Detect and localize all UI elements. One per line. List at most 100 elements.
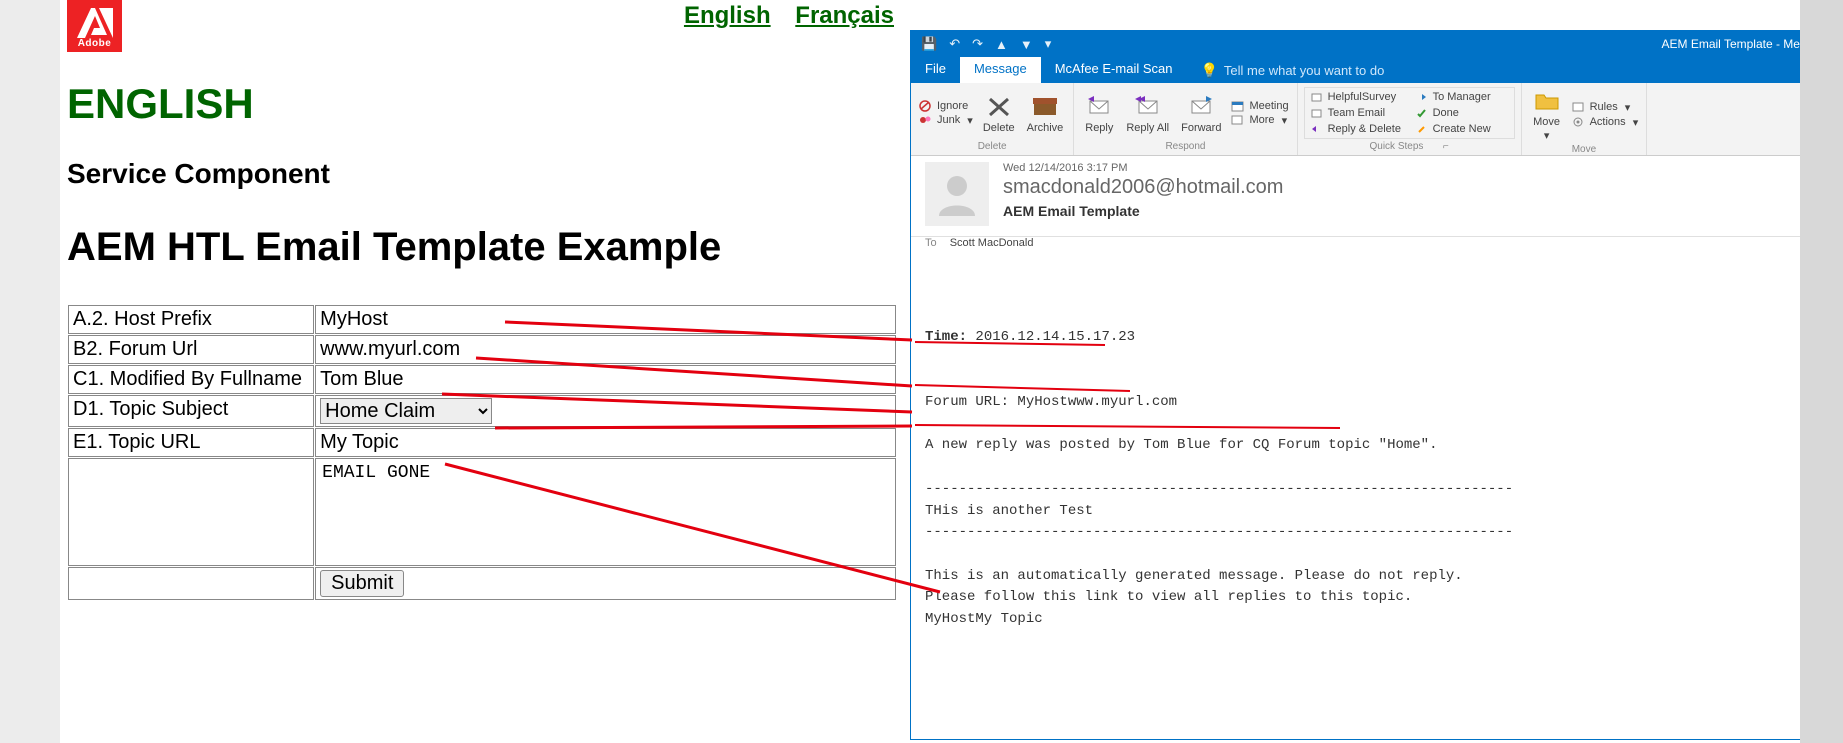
tab-file[interactable]: File <box>911 57 960 83</box>
quickstep-teamemail[interactable]: Team Email <box>1307 106 1407 120</box>
tell-me-label: Tell me what you want to do <box>1224 63 1384 78</box>
quickstep-icon <box>1416 108 1427 119</box>
reply-button[interactable]: Reply <box>1080 91 1118 136</box>
window-title: AEM Email Template - Message <box>1061 37 1842 51</box>
redo-icon[interactable]: ↷ <box>972 36 983 52</box>
page-gutter-left <box>0 0 60 743</box>
ribbon: Ignore Junk ▾ Delete Archive Delete <box>911 83 1842 156</box>
reply-all-icon <box>1133 93 1163 121</box>
forward-icon <box>1186 93 1216 121</box>
sender-avatar <box>925 162 989 226</box>
respond-more-button[interactable]: More ▾ <box>1229 114 1290 127</box>
outlook-titlebar: 💾 ↶ ↷ ▲ ▼ ▾ AEM Email Template - Message <box>911 31 1842 57</box>
quickstep-icon <box>1416 92 1427 103</box>
body-test-line: THis is another Test <box>925 503 1093 519</box>
tell-me-search[interactable]: 💡 Tell me what you want to do <box>1186 57 1398 83</box>
actions-icon <box>1572 116 1586 128</box>
tab-message[interactable]: Message <box>960 57 1041 83</box>
person-icon <box>933 170 981 218</box>
quick-access-toolbar: 💾 ↶ ↷ ▲ ▼ ▾ <box>911 36 1061 52</box>
body-time-value: 2016.12.14.15.17.23 <box>975 329 1135 345</box>
quickstep-helpfulsurvey[interactable]: HelpfulSurvey <box>1307 90 1407 104</box>
adobe-logo-text: Adobe <box>78 38 112 49</box>
ribbon-group-respond: Reply Reply All Forward Meeting <box>1074 83 1297 155</box>
group-label-quicksteps: Quick Steps ⌐ <box>1304 141 1515 153</box>
archive-button[interactable]: Archive <box>1023 91 1068 136</box>
move-folder-icon <box>1532 87 1562 115</box>
lang-francais-link[interactable]: Français <box>795 2 894 29</box>
submit-button[interactable]: Submit <box>320 570 404 597</box>
table-row: B2. Forum Url <box>68 335 896 364</box>
ignore-button[interactable]: Ignore <box>917 100 975 112</box>
email-body-textarea[interactable]: EMAIL GONE <box>320 461 891 557</box>
rules-icon <box>1572 101 1586 113</box>
meeting-icon <box>1231 100 1245 112</box>
host-prefix-input[interactable] <box>320 308 891 331</box>
message-from: smacdonald2006@hotmail.com <box>1003 174 1828 199</box>
ribbon-group-move: Move▾ Rules ▾ Actions ▾ Move <box>1522 83 1648 155</box>
quickstep-done[interactable]: Done <box>1412 106 1512 120</box>
topic-url-label: E1. Topic URL <box>68 428 314 457</box>
forum-url-input[interactable] <box>320 338 891 361</box>
topic-subject-label: D1. Topic Subject <box>68 395 314 427</box>
message-subject: AEM Email Template <box>1003 199 1828 219</box>
undo-icon[interactable]: ↶ <box>949 36 960 52</box>
web-page-panel: Adobe English Français ENGLISH Service C… <box>0 0 910 743</box>
topic-subject-select[interactable]: Home Claim <box>320 398 492 424</box>
page-language-heading: ENGLISH <box>67 80 254 128</box>
page-gray-right <box>1800 0 1843 743</box>
body-link-line: MyHostMy Topic <box>925 611 1043 627</box>
quickstep-replydelete[interactable]: Reply & Delete <box>1307 122 1407 136</box>
reply-all-button[interactable]: Reply All <box>1122 91 1173 136</box>
ignore-icon <box>919 100 933 112</box>
quickstep-tomanager[interactable]: To Manager <box>1412 90 1512 104</box>
archive-icon <box>1030 93 1060 121</box>
to-label: To <box>925 237 937 249</box>
lang-english-link[interactable]: English <box>684 2 771 29</box>
to-recipient: Scott MacDonald <box>950 237 1034 249</box>
message-to-line: To Scott MacDonald <box>911 237 1842 257</box>
table-row: E1. Topic URL <box>68 428 896 457</box>
ribbon-group-delete: Ignore Junk ▾ Delete Archive Delete <box>911 83 1074 155</box>
delete-button[interactable]: Delete <box>979 91 1019 136</box>
qat-more-icon[interactable]: ▾ <box>1045 36 1052 52</box>
quickstep-createnew[interactable]: Create New <box>1412 122 1512 136</box>
textarea-label-cell <box>68 458 314 566</box>
quickstep-icon <box>1311 124 1322 135</box>
table-row: EMAIL GONE <box>68 458 896 566</box>
quickstep-icon <box>1311 108 1322 119</box>
save-icon[interactable]: 💾 <box>921 36 937 52</box>
rules-button[interactable]: Rules ▾ <box>1570 101 1641 114</box>
group-label-respond: Respond <box>1080 141 1290 153</box>
delete-icon <box>984 93 1014 121</box>
modified-by-input[interactable] <box>320 368 891 391</box>
quick-steps-gallery: HelpfulSurvey Team Email Reply & Delete … <box>1304 87 1515 139</box>
outlook-message-window: 💾 ↶ ↷ ▲ ▼ ▾ AEM Email Template - Message… <box>910 30 1843 740</box>
body-forum-label: Forum URL: <box>925 394 1009 410</box>
junk-button[interactable]: Junk ▾ <box>917 114 975 127</box>
ribbon-group-quicksteps: HelpfulSurvey Team Email Reply & Delete … <box>1298 83 1522 155</box>
body-reply-line: A new reply was posted by Tom Blue for C… <box>925 437 1437 453</box>
quickstep-icon <box>1416 124 1427 135</box>
next-item-icon[interactable]: ▼ <box>1020 37 1033 52</box>
tab-mcafee[interactable]: McAfee E-mail Scan <box>1041 57 1187 83</box>
meeting-button[interactable]: Meeting <box>1229 100 1290 112</box>
body-separator: ----------------------------------------… <box>925 481 1513 497</box>
junk-icon <box>919 114 933 126</box>
modified-by-label: C1. Modified By Fullname <box>68 365 314 394</box>
group-label-delete: Delete <box>917 141 1067 153</box>
body-time-label: Time: <box>925 329 967 345</box>
host-prefix-label: A.2. Host Prefix <box>68 305 314 334</box>
forward-button[interactable]: Forward <box>1177 91 1225 136</box>
adobe-logo: Adobe <box>67 0 122 52</box>
group-label-move: Move <box>1528 144 1641 156</box>
table-row: D1. Topic Subject Home Claim <box>68 395 896 427</box>
lightbulb-icon: 💡 <box>1200 62 1217 79</box>
message-header: Wed 12/14/2016 3:17 PM smacdonald2006@ho… <box>911 156 1842 237</box>
prev-item-icon[interactable]: ▲ <box>995 37 1008 52</box>
move-button[interactable]: Move▾ <box>1528 85 1566 144</box>
message-date: Wed 12/14/2016 3:17 PM <box>1003 162 1828 174</box>
actions-button[interactable]: Actions ▾ <box>1570 116 1641 129</box>
topic-url-input[interactable] <box>320 431 891 454</box>
submit-label-cell <box>68 567 314 600</box>
